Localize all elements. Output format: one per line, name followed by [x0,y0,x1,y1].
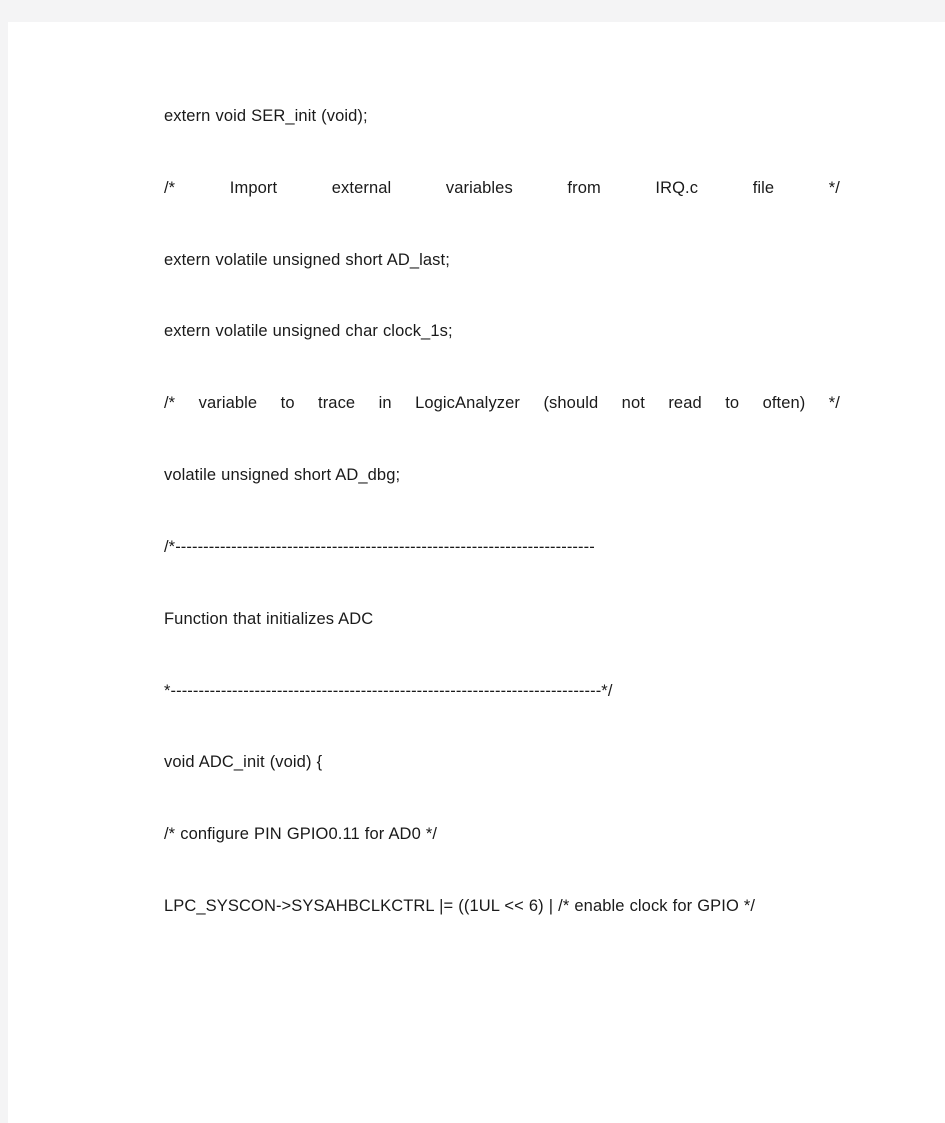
code-line-syscon-clkctrl-stmt: LPC_SYSCON->SYSAHBCLKCTRL |= ((1UL << 6)… [164,896,756,915]
code-line-ser-init-decl: extern void SER_init (void); [164,107,368,125]
code-line-rule-open: /*--------------------------------------… [164,537,595,556]
code-line-configure-pin-comment: /* configure PIN GPIO0.11 for AD0 */ [164,825,438,844]
code-line-clock-1s-decl: extern volatile unsigned char clock_1s; [164,322,453,341]
code-line-rule-close: *---------------------------------------… [164,681,613,700]
code-line-ad-dbg-decl: volatile unsigned short AD_dbg; [164,466,401,485]
document-page: extern void SER_init (void); /* Import e… [8,22,945,1123]
code-line-trace-comment: /* variable to trace in LogicAnalyzer (s… [164,394,840,413]
code-line-import-comment: /* Import external variables from IRQ.c … [164,178,840,197]
code-line-ad-last-decl: extern volatile unsigned short AD_last; [164,250,450,269]
document-text-body: extern void SER_init (void); /* Import e… [128,107,840,916]
code-line-adc-init-signature: void ADC_init (void) { [164,753,323,772]
code-line-function-heading: Function that initializes ADC [164,609,374,628]
